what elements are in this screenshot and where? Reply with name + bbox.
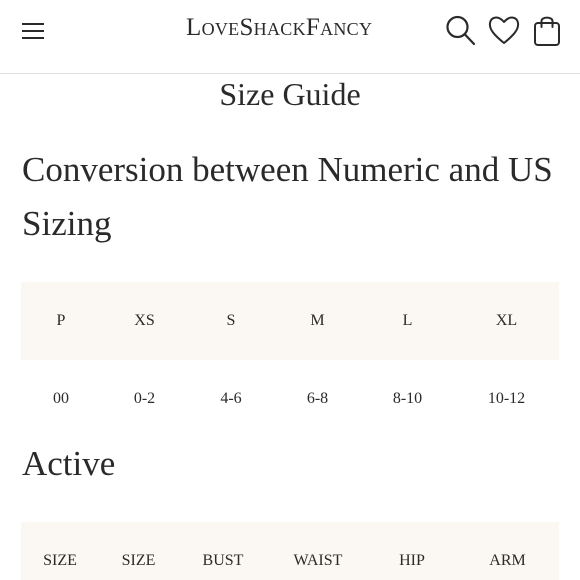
header-cell: L bbox=[402, 312, 413, 329]
header-cell: M bbox=[310, 312, 325, 329]
site-header: LoveShackFancy bbox=[0, 0, 580, 74]
value-cell: 00 bbox=[53, 390, 69, 407]
value-cell: 8-10 bbox=[392, 390, 423, 407]
header-cell: SIZE bbox=[43, 552, 77, 569]
header-cell: BUST bbox=[202, 552, 244, 569]
conversion-table: P XS S M L XL 00 0-2 4-6 6-8 8-10 10-12 bbox=[21, 282, 559, 438]
conversion-heading: Conversion between Numeric and US Sizing bbox=[22, 150, 553, 243]
active-table-header-row: SIZE SIZE BUST WAIST HIP ARM bbox=[21, 522, 559, 580]
shopping-bag-icon[interactable] bbox=[531, 13, 563, 47]
value-cell: 10-12 bbox=[487, 390, 526, 407]
value-cell: 6-8 bbox=[306, 390, 329, 407]
brand-logo[interactable]: LoveShackFancy bbox=[186, 14, 372, 42]
header-cell: XS bbox=[134, 312, 155, 329]
active-size-table: SIZE SIZE BUST WAIST HIP ARM bbox=[21, 522, 559, 580]
menu-icon[interactable] bbox=[22, 21, 46, 41]
header-cell: WAIST bbox=[293, 552, 343, 569]
heart-icon[interactable] bbox=[488, 13, 520, 47]
header-cell: S bbox=[226, 312, 236, 329]
value-cell: 0-2 bbox=[133, 390, 156, 407]
page-title: Size Guide bbox=[219, 76, 361, 112]
header-cell: ARM bbox=[489, 552, 526, 569]
search-icon[interactable] bbox=[444, 13, 476, 47]
value-cell: 4-6 bbox=[220, 390, 242, 407]
header-cell: SIZE bbox=[121, 552, 156, 569]
conversion-table-header-row: P XS S M L XL bbox=[21, 282, 559, 360]
header-cell: P bbox=[56, 312, 66, 329]
header-cell: XL bbox=[495, 312, 518, 329]
active-heading: Active bbox=[22, 444, 116, 483]
header-cell: HIP bbox=[399, 552, 425, 569]
conversion-table-row: 00 0-2 4-6 6-8 8-10 10-12 bbox=[21, 360, 559, 438]
